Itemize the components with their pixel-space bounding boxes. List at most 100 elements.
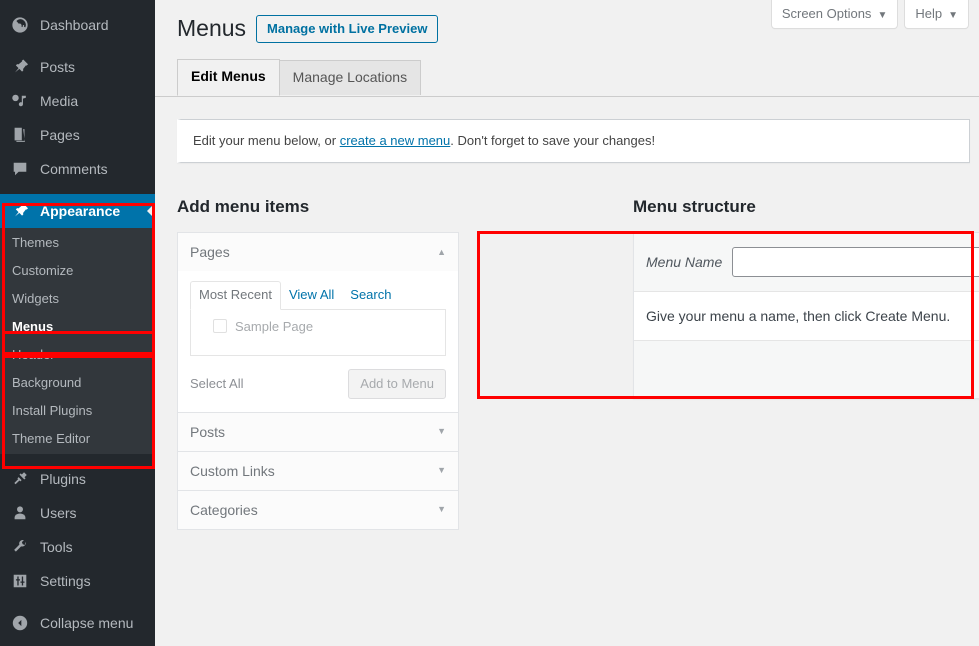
- sidebar-subitem-header[interactable]: Header: [0, 341, 155, 369]
- pages-tab-view-all[interactable]: View All: [281, 282, 342, 309]
- checkbox-sample-page[interactable]: [213, 319, 227, 334]
- select-all-link[interactable]: Select All: [190, 376, 243, 391]
- sidebar-item-comments[interactable]: Comments: [0, 152, 155, 186]
- menu-structure-title: Menu structure: [633, 197, 756, 216]
- postbox-pages: Pages ▲ Most Recent View All Search Samp…: [177, 232, 459, 413]
- sidebar-item-label: Appearance: [40, 203, 121, 219]
- sidebar-subitem-menus[interactable]: Menus: [0, 313, 155, 341]
- pin-icon: [10, 57, 30, 77]
- sidebar-item-dashboard[interactable]: Dashboard: [0, 8, 155, 42]
- postbox-custom-links-title: Custom Links: [190, 462, 275, 479]
- menu-structure-column: Menu structure Menu Name Create Menu Giv…: [633, 196, 979, 400]
- pages-tab-search[interactable]: Search: [342, 282, 399, 309]
- postbox-pages-header[interactable]: Pages ▲: [178, 233, 458, 272]
- pages-tab-bar: Most Recent View All Search: [190, 281, 446, 310]
- collapse-arrow-icon: [10, 613, 30, 633]
- wordpress-admin-screen: Dashboard Posts Media Pages Comments App…: [0, 0, 979, 646]
- add-to-menu-button[interactable]: Add to Menu: [348, 368, 446, 399]
- sidebar-item-pages[interactable]: Pages: [0, 118, 155, 152]
- chevron-down-icon[interactable]: ▼: [437, 505, 446, 514]
- sidebar-item-label: Comments: [40, 161, 108, 177]
- menu-edit-notice: Edit your menu below, or create a new me…: [177, 119, 970, 163]
- sidebar-item-posts[interactable]: Posts: [0, 50, 155, 84]
- chevron-down-icon[interactable]: ▼: [437, 466, 446, 475]
- appearance-submenu: Themes Customize Widgets Menus Header Ba…: [0, 228, 155, 454]
- add-menu-items-title: Add menu items: [177, 197, 310, 216]
- postbox-posts-header[interactable]: Posts ▼: [178, 412, 458, 451]
- brush-icon: [10, 201, 30, 221]
- sidebar-item-label: Users: [40, 505, 77, 521]
- pages-icon: [10, 125, 30, 145]
- create-a-new-menu-link[interactable]: create a new menu: [340, 133, 451, 148]
- sidebar-divider-3: [0, 454, 155, 462]
- sidebar-item-label: Tools: [40, 539, 73, 555]
- wrench-icon: [10, 537, 30, 557]
- postbox-posts-title: Posts: [190, 423, 226, 440]
- sidebar-item-label: Pages: [40, 127, 80, 143]
- menu-structure-instruction: Give your menu a name, then click Create…: [634, 291, 979, 341]
- sidebar-item-media[interactable]: Media: [0, 84, 155, 118]
- postbox-pages-body: Most Recent View All Search Sample Page: [178, 271, 458, 356]
- chevron-down-icon[interactable]: ▼: [437, 427, 446, 436]
- postbox-custom-links: Custom Links ▼: [177, 450, 459, 491]
- pages-tab-most-recent[interactable]: Most Recent: [190, 281, 281, 310]
- collapse-menu-button[interactable]: Collapse menu: [0, 606, 155, 640]
- page-title: Menus: [177, 15, 247, 41]
- sliders-icon: [10, 571, 30, 591]
- sidebar-item-users[interactable]: Users: [0, 496, 155, 530]
- sidebar-item-label: Posts: [40, 59, 76, 75]
- list-item[interactable]: Sample Page: [201, 319, 435, 334]
- sidebar-subitem-theme-editor[interactable]: Theme Editor: [0, 425, 155, 453]
- sidebar-subitem-background[interactable]: Background: [0, 369, 155, 397]
- postbox-custom-links-header[interactable]: Custom Links ▼: [178, 451, 458, 490]
- sidebar-item-plugins[interactable]: Plugins: [0, 462, 155, 496]
- pages-tab-panel: Sample Page: [190, 309, 446, 356]
- menu-name-row: Menu Name Create Menu: [634, 233, 979, 292]
- notice-text-after: . Don't forget to save your changes!: [450, 133, 656, 148]
- collapse-menu-row[interactable]: Collapse menu: [0, 606, 155, 640]
- sidebar-divider-1: [0, 42, 155, 50]
- postbox-posts: Posts ▼: [177, 411, 459, 452]
- collapse-menu-label: Collapse menu: [40, 615, 134, 631]
- sidebar-subitem-customize[interactable]: Customize: [0, 257, 155, 285]
- chevron-down-icon: ▼: [877, 10, 888, 21]
- tab-edit-menus[interactable]: Edit Menus: [177, 59, 280, 96]
- sidebar-item-label: Media: [40, 93, 79, 109]
- sidebar-top-spacer: [0, 0, 155, 8]
- postbox-categories: Categories ▼: [177, 489, 459, 530]
- sidebar-subitem-install-plugins[interactable]: Install Plugins: [0, 397, 155, 425]
- user-icon: [10, 503, 30, 523]
- help-label: Help: [915, 6, 943, 21]
- plug-icon: [10, 469, 30, 489]
- sidebar-item-tools[interactable]: Tools: [0, 530, 155, 564]
- chevron-down-icon: ▼: [948, 10, 958, 21]
- dashboard-icon: [10, 15, 30, 35]
- menu-structure-footer: Create Menu: [634, 340, 979, 399]
- screen-meta-links: Screen Options ▼ Help ▼: [770, 0, 969, 29]
- tab-manage-locations[interactable]: Manage Locations: [278, 60, 422, 95]
- add-menu-items-column: Add menu items Pages ▲ Most Recent View …: [177, 196, 459, 530]
- chevron-up-icon[interactable]: ▲: [437, 247, 446, 257]
- sidebar-item-appearance[interactable]: Appearance: [0, 194, 155, 228]
- menu-name-label: Menu Name: [646, 253, 723, 270]
- sidebar-item-label: Dashboard: [40, 17, 109, 33]
- sidebar-item-label: Settings: [40, 573, 91, 589]
- media-icon: [10, 91, 30, 111]
- list-item-label: Sample Page: [235, 318, 314, 334]
- sidebar-subitem-themes[interactable]: Themes: [0, 229, 155, 257]
- screen-options-label: Screen Options: [781, 6, 872, 21]
- screen-options-button[interactable]: Screen Options ▼: [770, 0, 899, 29]
- nav-tabs: Edit Menus Manage Locations: [177, 59, 422, 96]
- postbox-pages-title: Pages: [190, 244, 230, 261]
- sidebar-item-label: Plugins: [40, 471, 86, 487]
- postbox-categories-header[interactable]: Categories ▼: [178, 490, 458, 529]
- notice-text-before: Edit your menu below, or: [193, 133, 340, 148]
- comments-icon: [10, 159, 30, 179]
- tab-bar-underline: [155, 96, 979, 97]
- help-button[interactable]: Help ▼: [904, 0, 969, 29]
- sidebar-item-settings[interactable]: Settings: [0, 564, 155, 598]
- menu-name-input[interactable]: [732, 246, 979, 277]
- manage-with-live-preview-button[interactable]: Manage with Live Preview: [256, 15, 439, 43]
- page-header: Menus Manage with Live Preview: [177, 14, 439, 44]
- sidebar-subitem-widgets[interactable]: Widgets: [0, 285, 155, 313]
